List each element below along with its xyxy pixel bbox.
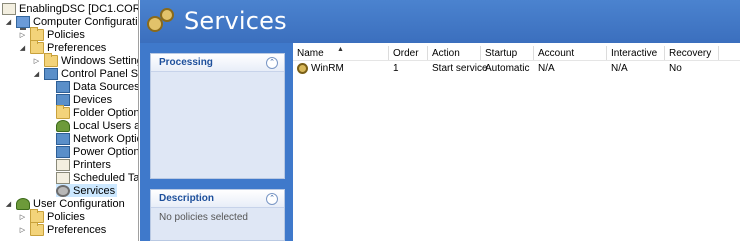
- tree-computer-configuration-label: Computer Configuration: [33, 15, 139, 28]
- tree-policies-label: Policies: [47, 28, 85, 41]
- tree-printers[interactable]: Printers: [56, 158, 111, 171]
- tree-network-options-label: Network Options: [73, 132, 138, 145]
- tree-windows-settings[interactable]: ▷ Windows Settings: [32, 52, 138, 67]
- expanded-triangle-icon[interactable]: ◢: [32, 69, 41, 78]
- page-title: Services: [184, 7, 287, 35]
- tree-user-configuration-label: User Configuration: [33, 197, 125, 210]
- services-gear-icon: [56, 184, 70, 197]
- gpmc-editor-window: EnablingDSC [DC1.CORP.DEMO ◢ Computer Co…: [0, 0, 740, 241]
- table-row-interactive-cell[interactable]: N/A: [607, 61, 665, 75]
- folder-options-icon: [56, 104, 70, 119]
- expanded-triangle-icon[interactable]: ◢: [4, 17, 13, 26]
- tree-local-users-groups[interactable]: Local Users and G: [56, 119, 138, 132]
- tree-power-options[interactable]: Power Options: [56, 145, 139, 158]
- tree-computer-configuration[interactable]: ◢ Computer Configuration: [4, 15, 139, 30]
- tree-user-preferences[interactable]: ▷ Preferences: [18, 221, 107, 236]
- column-header-recovery[interactable]: Recovery: [665, 46, 719, 60]
- processing-panel: Processing ⌃: [150, 53, 285, 179]
- users-icon: [56, 119, 70, 132]
- processing-panel-title: Processing: [159, 57, 213, 68]
- data-sources-icon: [56, 80, 70, 93]
- tree-user-policies-label: Policies: [47, 210, 85, 223]
- control-panel-icon: [44, 67, 58, 80]
- tree-user-preferences-label: Preferences: [47, 223, 107, 236]
- column-header-action[interactable]: Action: [428, 46, 481, 60]
- sort-ascending-icon: ▲: [337, 46, 344, 53]
- description-panel-header[interactable]: Description ⌃: [151, 190, 284, 208]
- collapsed-triangle-icon[interactable]: ▷: [32, 56, 41, 65]
- tree-local-users-groups-label: Local Users and G: [73, 119, 138, 132]
- tree-root[interactable]: EnablingDSC [DC1.CORP.DEMO: [2, 2, 138, 15]
- tree-scheduled-tasks-label: Scheduled Tasks: [73, 171, 139, 184]
- tree-control-panel-settings[interactable]: ◢ Control Panel Setting: [32, 67, 139, 80]
- gpo-document-icon: [2, 2, 16, 15]
- printer-icon: [56, 158, 70, 171]
- tree-printers-label: Printers: [73, 158, 111, 171]
- expanded-triangle-icon[interactable]: ◢: [18, 43, 27, 52]
- table-row-recovery-cell[interactable]: No: [665, 61, 719, 75]
- power-icon: [56, 145, 70, 158]
- table-row-startup-cell[interactable]: Automatic: [481, 61, 534, 75]
- scheduled-tasks-icon: [56, 171, 70, 184]
- column-header-order[interactable]: Order: [389, 46, 428, 60]
- folder-icon: [30, 39, 44, 54]
- services-list-view: Name ▲ Order Action Startup Account Inte…: [293, 43, 740, 241]
- collapse-icon[interactable]: ⌃: [266, 192, 278, 205]
- tree-policies[interactable]: ▷ Policies: [18, 26, 85, 41]
- collapse-icon[interactable]: ⌃: [266, 56, 278, 69]
- tree-data-sources-label: Data Sources: [73, 80, 139, 93]
- tree-control-panel-settings-label: Control Panel Setting: [61, 67, 139, 80]
- tree-folder-options[interactable]: Folder Options: [56, 104, 139, 119]
- folder-icon: [30, 221, 44, 236]
- expanded-triangle-icon[interactable]: ◢: [4, 199, 13, 208]
- tree-data-sources[interactable]: Data Sources: [56, 80, 139, 93]
- tree-root-label: EnablingDSC [DC1.CORP.DEMO: [19, 2, 138, 15]
- folder-icon: [44, 52, 58, 67]
- services-gears-icon: [147, 8, 175, 34]
- collapsed-triangle-icon[interactable]: ▷: [18, 30, 27, 39]
- description-text: No policies selected: [159, 212, 248, 223]
- page-header: Services: [140, 0, 740, 43]
- computer-icon: [16, 15, 30, 30]
- column-header-interactive[interactable]: Interactive: [607, 46, 665, 60]
- table-row-name-cell[interactable]: WinRM: [293, 61, 389, 75]
- user-icon: [16, 197, 30, 210]
- service-gear-icon: [297, 62, 308, 74]
- processing-panel-header[interactable]: Processing ⌃: [151, 54, 284, 72]
- navigation-tree: EnablingDSC [DC1.CORP.DEMO ◢ Computer Co…: [0, 0, 139, 241]
- tree-services[interactable]: Services: [56, 184, 118, 197]
- description-panel-title: Description: [159, 193, 215, 204]
- tree-services-label: Services: [73, 184, 116, 197]
- tree-folder-options-label: Folder Options: [73, 106, 139, 119]
- table-row-order-cell[interactable]: 1: [389, 61, 428, 75]
- description-panel: Description ⌃ No policies selected: [150, 189, 285, 241]
- tree-devices[interactable]: Devices: [56, 93, 112, 106]
- side-panel: Processing ⌃ Description ⌃ No policies s…: [140, 43, 293, 241]
- tree-user-configuration[interactable]: ◢ User Configuration: [4, 197, 125, 210]
- tree-devices-label: Devices: [73, 93, 113, 106]
- tree-preferences-label: Preferences: [47, 41, 107, 54]
- table-row-action-cell[interactable]: Start service: [428, 61, 488, 75]
- tree-power-options-label: Power Options: [73, 145, 139, 158]
- tree-network-options[interactable]: Network Options: [56, 132, 138, 145]
- column-header-name[interactable]: Name ▲: [293, 46, 389, 60]
- collapsed-triangle-icon[interactable]: ▷: [18, 225, 27, 234]
- tree-preferences[interactable]: ◢ Preferences: [18, 39, 107, 54]
- tree-scheduled-tasks[interactable]: Scheduled Tasks: [56, 171, 139, 184]
- column-header-account[interactable]: Account: [534, 46, 607, 60]
- column-header-startup[interactable]: Startup: [481, 46, 534, 60]
- tree-user-policies[interactable]: ▷ Policies: [18, 208, 85, 223]
- network-icon: [56, 132, 70, 145]
- collapsed-triangle-icon[interactable]: ▷: [18, 212, 27, 221]
- tree-windows-settings-label: Windows Settings: [61, 54, 138, 67]
- table-row-account-cell[interactable]: N/A: [534, 61, 607, 75]
